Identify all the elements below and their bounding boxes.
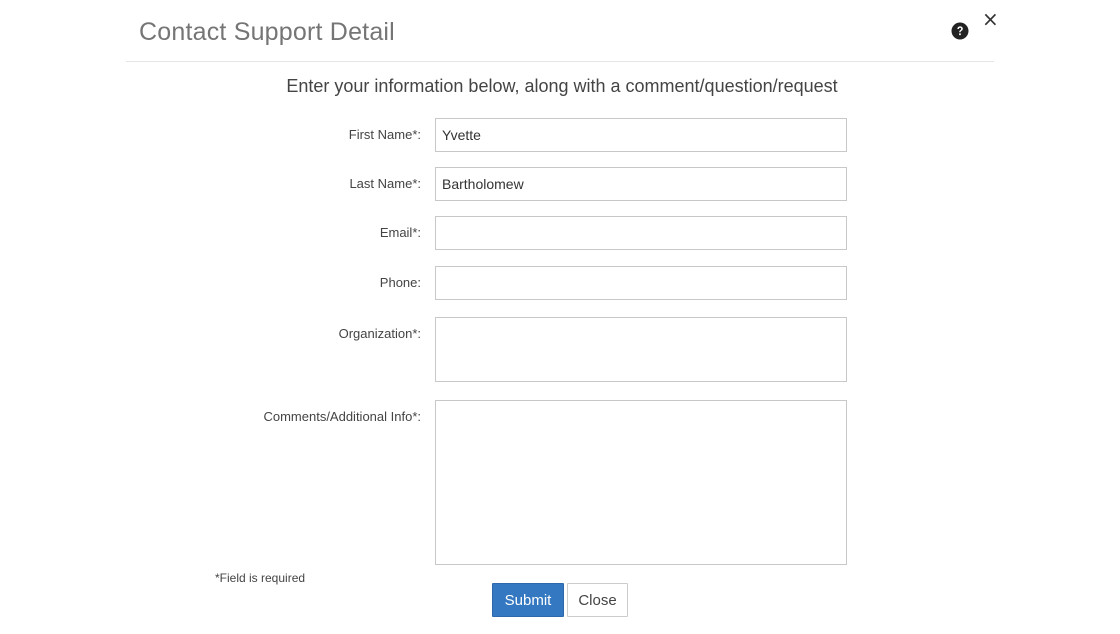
modal-title: Contact Support Detail — [139, 18, 395, 46]
organization-textarea[interactable] — [435, 317, 847, 382]
email-input[interactable] — [435, 216, 847, 250]
close-button[interactable]: Close — [567, 583, 628, 617]
first-name-input[interactable] — [435, 118, 847, 152]
first-name-label: First Name*: — [348, 127, 421, 142]
email-label: Email*: — [379, 225, 421, 240]
close-icon[interactable]: × — [982, 9, 999, 29]
organization-label: Organization*: — [338, 326, 421, 341]
contact-support-modal: Contact Support Detail × Enter your info… — [0, 0, 1120, 634]
phone-input[interactable] — [435, 266, 847, 300]
question-circle-icon[interactable] — [951, 22, 969, 40]
comments-textarea[interactable] — [435, 400, 847, 565]
submit-button[interactable]: Submit — [492, 583, 564, 617]
form-intro: Enter your information below, along with… — [286, 76, 838, 96]
comments-label: Comments/Additional Info*: — [263, 409, 421, 424]
last-name-input[interactable] — [435, 167, 847, 201]
required-field-note: *Field is required — [215, 571, 306, 585]
last-name-label: Last Name*: — [349, 176, 421, 191]
phone-label: Phone: — [379, 275, 421, 290]
modal-header: Contact Support Detail × — [126, 0, 999, 62]
